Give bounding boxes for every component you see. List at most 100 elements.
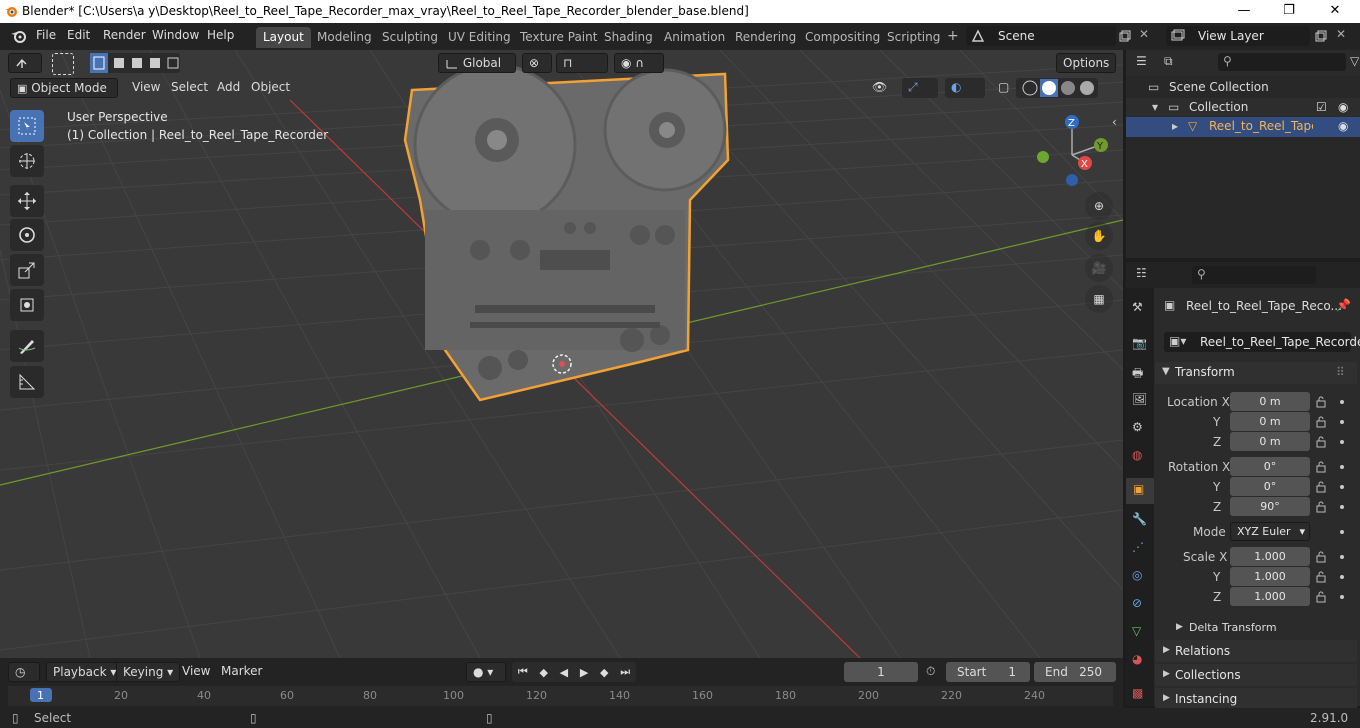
rotate-tool-button[interactable] [10, 219, 44, 251]
visibility-dropdown[interactable]: 👁 [866, 78, 900, 98]
keyframe-dot-icon[interactable] [1340, 595, 1344, 599]
timeline-menu-view[interactable]: View [176, 662, 216, 682]
sidebar-toggle-icon[interactable]: ‹ [1112, 115, 1117, 129]
menu-window[interactable]: Window [152, 28, 199, 42]
rotation-mode-dropdown[interactable]: XYZ Euler ▾ [1230, 522, 1310, 541]
tab-animation[interactable]: Animation [657, 27, 732, 48]
editor-type-button[interactable] [8, 53, 42, 73]
outliner-row-scene-collection[interactable]: ▭ Scene Collection [1126, 78, 1360, 98]
checkbox-icon[interactable]: ☑ [1316, 100, 1327, 114]
tab-scripting[interactable]: Scripting [880, 27, 947, 48]
keyframe-dot-icon[interactable] [1340, 505, 1344, 509]
viewport-menu-add[interactable]: Add [211, 78, 246, 98]
transform-collapse-chevron-icon[interactable]: ▼ [1162, 366, 1170, 377]
material-tab-icon[interactable]: ◕ [1132, 652, 1142, 666]
outliner-search-input[interactable]: ⚲ [1218, 53, 1346, 71]
lock-icon[interactable] [1315, 481, 1327, 493]
add-workspace-button[interactable]: + [940, 25, 966, 46]
location-z-field[interactable]: 0 m [1230, 432, 1310, 451]
move-tool-button[interactable] [10, 185, 44, 217]
delta-transform-chevron-icon[interactable]: ▶ [1176, 622, 1183, 632]
camera-view-button[interactable]: 🎥 [1085, 254, 1113, 282]
keyframe-dot-icon[interactable] [1340, 440, 1344, 444]
play-reverse-icon[interactable]: ◀ [560, 666, 568, 679]
tab-shading[interactable]: Shading [597, 27, 660, 48]
menu-edit[interactable]: Edit [67, 28, 90, 42]
jump-end-icon[interactable]: ⏭ [620, 665, 630, 679]
delete-scene-icon[interactable]: ✕ [1139, 27, 1149, 41]
lock-icon[interactable] [1315, 501, 1327, 513]
data-tab-icon[interactable]: ▽ [1132, 624, 1141, 638]
output-tab-icon[interactable]: 🖶 [1132, 364, 1143, 385]
select-tool-button[interactable] [10, 110, 44, 142]
xray-toggle[interactable]: ▢ [992, 78, 1012, 98]
perspective-toggle-button[interactable]: ▦ [1085, 285, 1113, 313]
lock-icon[interactable] [1315, 436, 1327, 448]
selection-mode-buttons[interactable] [90, 53, 180, 73]
new-view-layer-icon[interactable] [1314, 29, 1328, 43]
rotation-y-field[interactable]: 0° [1230, 477, 1310, 496]
keyframe-dot-icon[interactable] [1340, 485, 1344, 489]
next-keyframe-icon[interactable]: ◆ [600, 666, 608, 679]
object-name-field[interactable]: ▣▾ Reel_to_Reel_Tape_Recorder [1164, 332, 1360, 352]
jump-start-icon[interactable]: ⏮ [518, 665, 528, 679]
blender-menu-icon[interactable] [10, 29, 26, 43]
lock-icon[interactable] [1315, 416, 1327, 428]
current-frame-field[interactable]: 1 [844, 662, 918, 682]
modifier-tab-icon[interactable]: 🔧 [1132, 512, 1147, 526]
lock-icon[interactable] [1315, 551, 1327, 563]
timeline-menu-marker[interactable]: Marker [215, 662, 268, 682]
new-scene-icon[interactable] [1118, 29, 1132, 43]
auto-keying-button[interactable]: ● ▾ [466, 662, 506, 682]
outliner-row-object[interactable]: ▸ ▽ Reel_to_Reel_Tape_R ◉ [1126, 117, 1360, 137]
keyframe-dot-icon[interactable] [1340, 575, 1344, 579]
object-visibility-eye-icon[interactable]: ◉ [1338, 119, 1348, 133]
overlays-toggle[interactable]: ◐ [945, 78, 985, 98]
viewport-menu-select[interactable]: Select [165, 78, 214, 98]
collapse-chevron-icon[interactable]: ▾ [1152, 100, 1158, 114]
visibility-eye-icon[interactable]: ◉ [1338, 100, 1348, 114]
viewport-menu-object[interactable]: Object [245, 78, 296, 98]
menu-render[interactable]: Render [103, 28, 146, 42]
pivot-point-dropdown[interactable]: ⊗ [522, 53, 552, 73]
tab-sculpting[interactable]: Sculpting [375, 27, 445, 48]
location-x-field[interactable]: 0 m [1230, 392, 1310, 411]
transform-tool-button[interactable] [10, 289, 44, 321]
tab-rendering[interactable]: Rendering [728, 27, 803, 48]
outliner-display-icon[interactable]: ☰ [1136, 54, 1147, 68]
lock-icon[interactable] [1315, 571, 1327, 583]
transform-orientation-dropdown[interactable]: Global [438, 53, 516, 73]
scale-y-field[interactable]: 1.000 [1230, 567, 1310, 586]
measure-tool-button[interactable] [10, 366, 44, 398]
snapping-toggle[interactable]: ⊓ [556, 53, 608, 73]
delete-view-layer-icon[interactable]: ✕ [1336, 27, 1346, 41]
keyframe-dot-icon[interactable] [1340, 420, 1344, 424]
stopwatch-icon[interactable]: ⏱ [926, 664, 935, 679]
menu-file[interactable]: File [36, 28, 56, 42]
keyframe-dot-icon[interactable] [1340, 400, 1344, 404]
scene-selector[interactable]: Scene [966, 26, 1116, 46]
minimize-button[interactable]: — [1224, 2, 1264, 20]
keyframe-dot-icon[interactable] [1340, 555, 1344, 559]
lock-icon[interactable] [1315, 591, 1327, 603]
delta-transform-panel[interactable]: Delta Transform [1189, 621, 1277, 634]
render-tab-icon[interactable]: 📷 [1132, 336, 1147, 350]
prev-keyframe-icon[interactable]: ◆ [539, 666, 547, 679]
maximize-button[interactable]: ❐ [1269, 2, 1309, 20]
scene-tab-icon[interactable]: ⚙ [1132, 420, 1143, 434]
viewport-menu-view[interactable]: View [126, 78, 166, 98]
physics-tab-icon[interactable]: ◎ [1132, 568, 1142, 582]
timeline-editor-type-button[interactable]: ◷ [8, 662, 40, 682]
options-dropdown[interactable]: Options [1056, 53, 1116, 73]
particles-tab-icon[interactable]: ⋰ [1132, 540, 1144, 554]
lock-icon[interactable] [1315, 461, 1327, 473]
tab-layout[interactable]: Layout [256, 27, 311, 48]
view-layer-selector[interactable]: View Layer [1166, 26, 1310, 46]
zoom-button[interactable]: ⊕ [1085, 192, 1113, 220]
scale-x-field[interactable]: 1.000 [1230, 547, 1310, 566]
annotate-tool-button[interactable] [10, 330, 44, 362]
outliner-filter-icon[interactable]: ⧉ [1164, 54, 1173, 69]
outliner-row-collection[interactable]: ▾ ▭ Collection ☑ ◉ [1126, 98, 1360, 118]
pan-button[interactable]: ✋ [1085, 222, 1113, 250]
timeline-menu-keying[interactable]: Keying ▾ [116, 662, 181, 682]
